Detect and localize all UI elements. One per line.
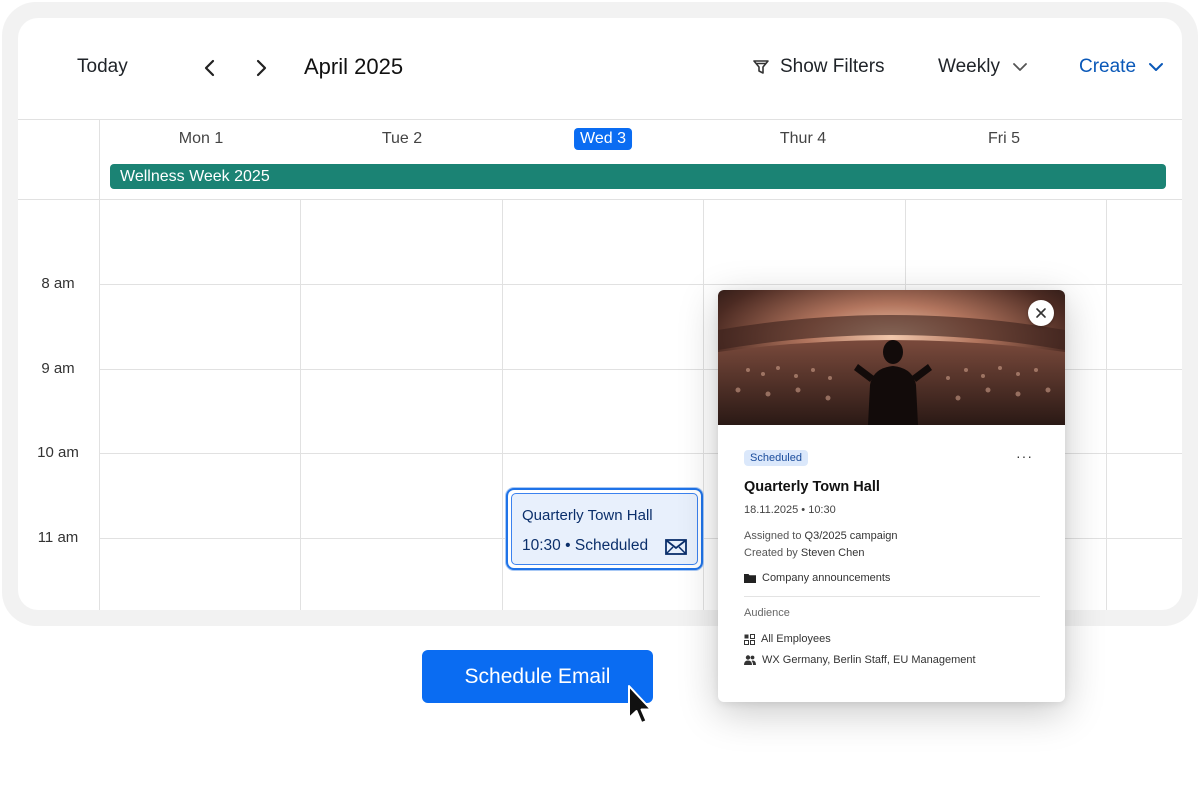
grid-icon [744, 633, 755, 645]
popover-title: Quarterly Town Hall [744, 479, 880, 495]
day-header-thu[interactable]: Thur 4 [780, 130, 826, 148]
show-filters-label: Show Filters [780, 56, 885, 77]
grid-column-line [1106, 199, 1107, 610]
mouse-pointer-icon [628, 685, 652, 724]
next-week-button[interactable] [249, 56, 273, 80]
popover-folder: Company announcements [744, 572, 890, 584]
close-icon [1036, 308, 1046, 318]
popover-created-by: Created by Steven Chen [744, 547, 864, 559]
day-header-tue[interactable]: Tue 2 [382, 130, 422, 148]
day-header-mon[interactable]: Mon 1 [179, 130, 223, 148]
more-options-button[interactable]: ··· [1016, 448, 1033, 464]
all-day-event[interactable]: Wellness Week 2025 [110, 164, 1166, 189]
day-header-wed-today[interactable]: Wed 3 [574, 128, 632, 150]
view-select-label: Weekly [938, 56, 1000, 77]
show-filters-button[interactable]: Show Filters [752, 56, 885, 78]
today-button[interactable]: Today [77, 56, 128, 78]
time-label: 9 am [41, 360, 75, 377]
view-select[interactable]: Weekly [938, 56, 1030, 78]
create-button[interactable]: Create [1079, 56, 1166, 78]
calendar-event[interactable]: Quarterly Town Hall 10:30 • Scheduled [506, 488, 703, 570]
created-by-name: Steven Chen [800, 547, 865, 559]
popover-date-time: 18.11.2025 • 10:30 [744, 504, 836, 516]
audience-all-employees: All Employees [744, 633, 831, 645]
assigned-prefix: Assigned to [744, 530, 802, 542]
popover-divider [744, 596, 1040, 597]
folder-name: Company announcements [762, 572, 891, 584]
audience-groups: WX Germany, Berlin Staff, EU Management [744, 654, 976, 666]
folder-icon [744, 574, 756, 583]
event-status: Scheduled [574, 537, 649, 554]
filter-icon [753, 60, 769, 74]
previous-week-button[interactable] [198, 56, 222, 80]
audience-groups-label: WX Germany, Berlin Staff, EU Management [762, 654, 976, 666]
toolbar-divider [18, 119, 1182, 120]
chevron-left-icon [204, 59, 215, 77]
schedule-email-button[interactable]: Schedule Email [422, 650, 653, 703]
created-prefix: Created by [744, 547, 798, 559]
header-divider [18, 199, 1182, 200]
event-details-popover: Scheduled ··· Quarterly Town Hall 18.11.… [718, 290, 1065, 702]
calendar-event-body: Quarterly Town Hall 10:30 • Scheduled [511, 493, 698, 565]
grid-column-line [703, 199, 704, 610]
event-title: Quarterly Town Hall [522, 507, 653, 524]
audience-all-label: All Employees [761, 633, 831, 645]
grid-line [99, 284, 1182, 285]
day-header-fri[interactable]: Fri 5 [988, 130, 1020, 148]
calendar-toolbar: Today April 2025 Show Filters Weekly Cre… [18, 18, 1182, 118]
time-label: 11 am [37, 529, 79, 546]
close-popover-button[interactable] [1028, 300, 1054, 326]
users-icon [744, 655, 756, 665]
chevron-down-icon [1149, 63, 1164, 71]
event-cover-image [718, 290, 1065, 425]
event-meta: 10:30 • Scheduled [522, 537, 687, 555]
time-label: 8 am [41, 275, 75, 292]
current-month-title: April 2025 [304, 54, 404, 79]
audience-header: Audience [744, 607, 790, 619]
chevron-right-icon [256, 59, 267, 77]
status-badge: Scheduled [744, 450, 808, 466]
chevron-down-icon [1013, 63, 1027, 71]
mail-icon [665, 539, 687, 555]
grid-column-line [502, 199, 503, 610]
popover-assigned: Assigned to Q3/2025 campaign [744, 530, 898, 542]
create-label: Create [1079, 56, 1137, 77]
event-separator: • [565, 537, 571, 554]
assigned-campaign: Q3/2025 campaign [804, 530, 898, 542]
event-time: 10:30 [522, 537, 561, 554]
time-label: 10 am [37, 444, 79, 461]
grid-column-line [300, 199, 301, 610]
grid-column-line [99, 119, 100, 610]
